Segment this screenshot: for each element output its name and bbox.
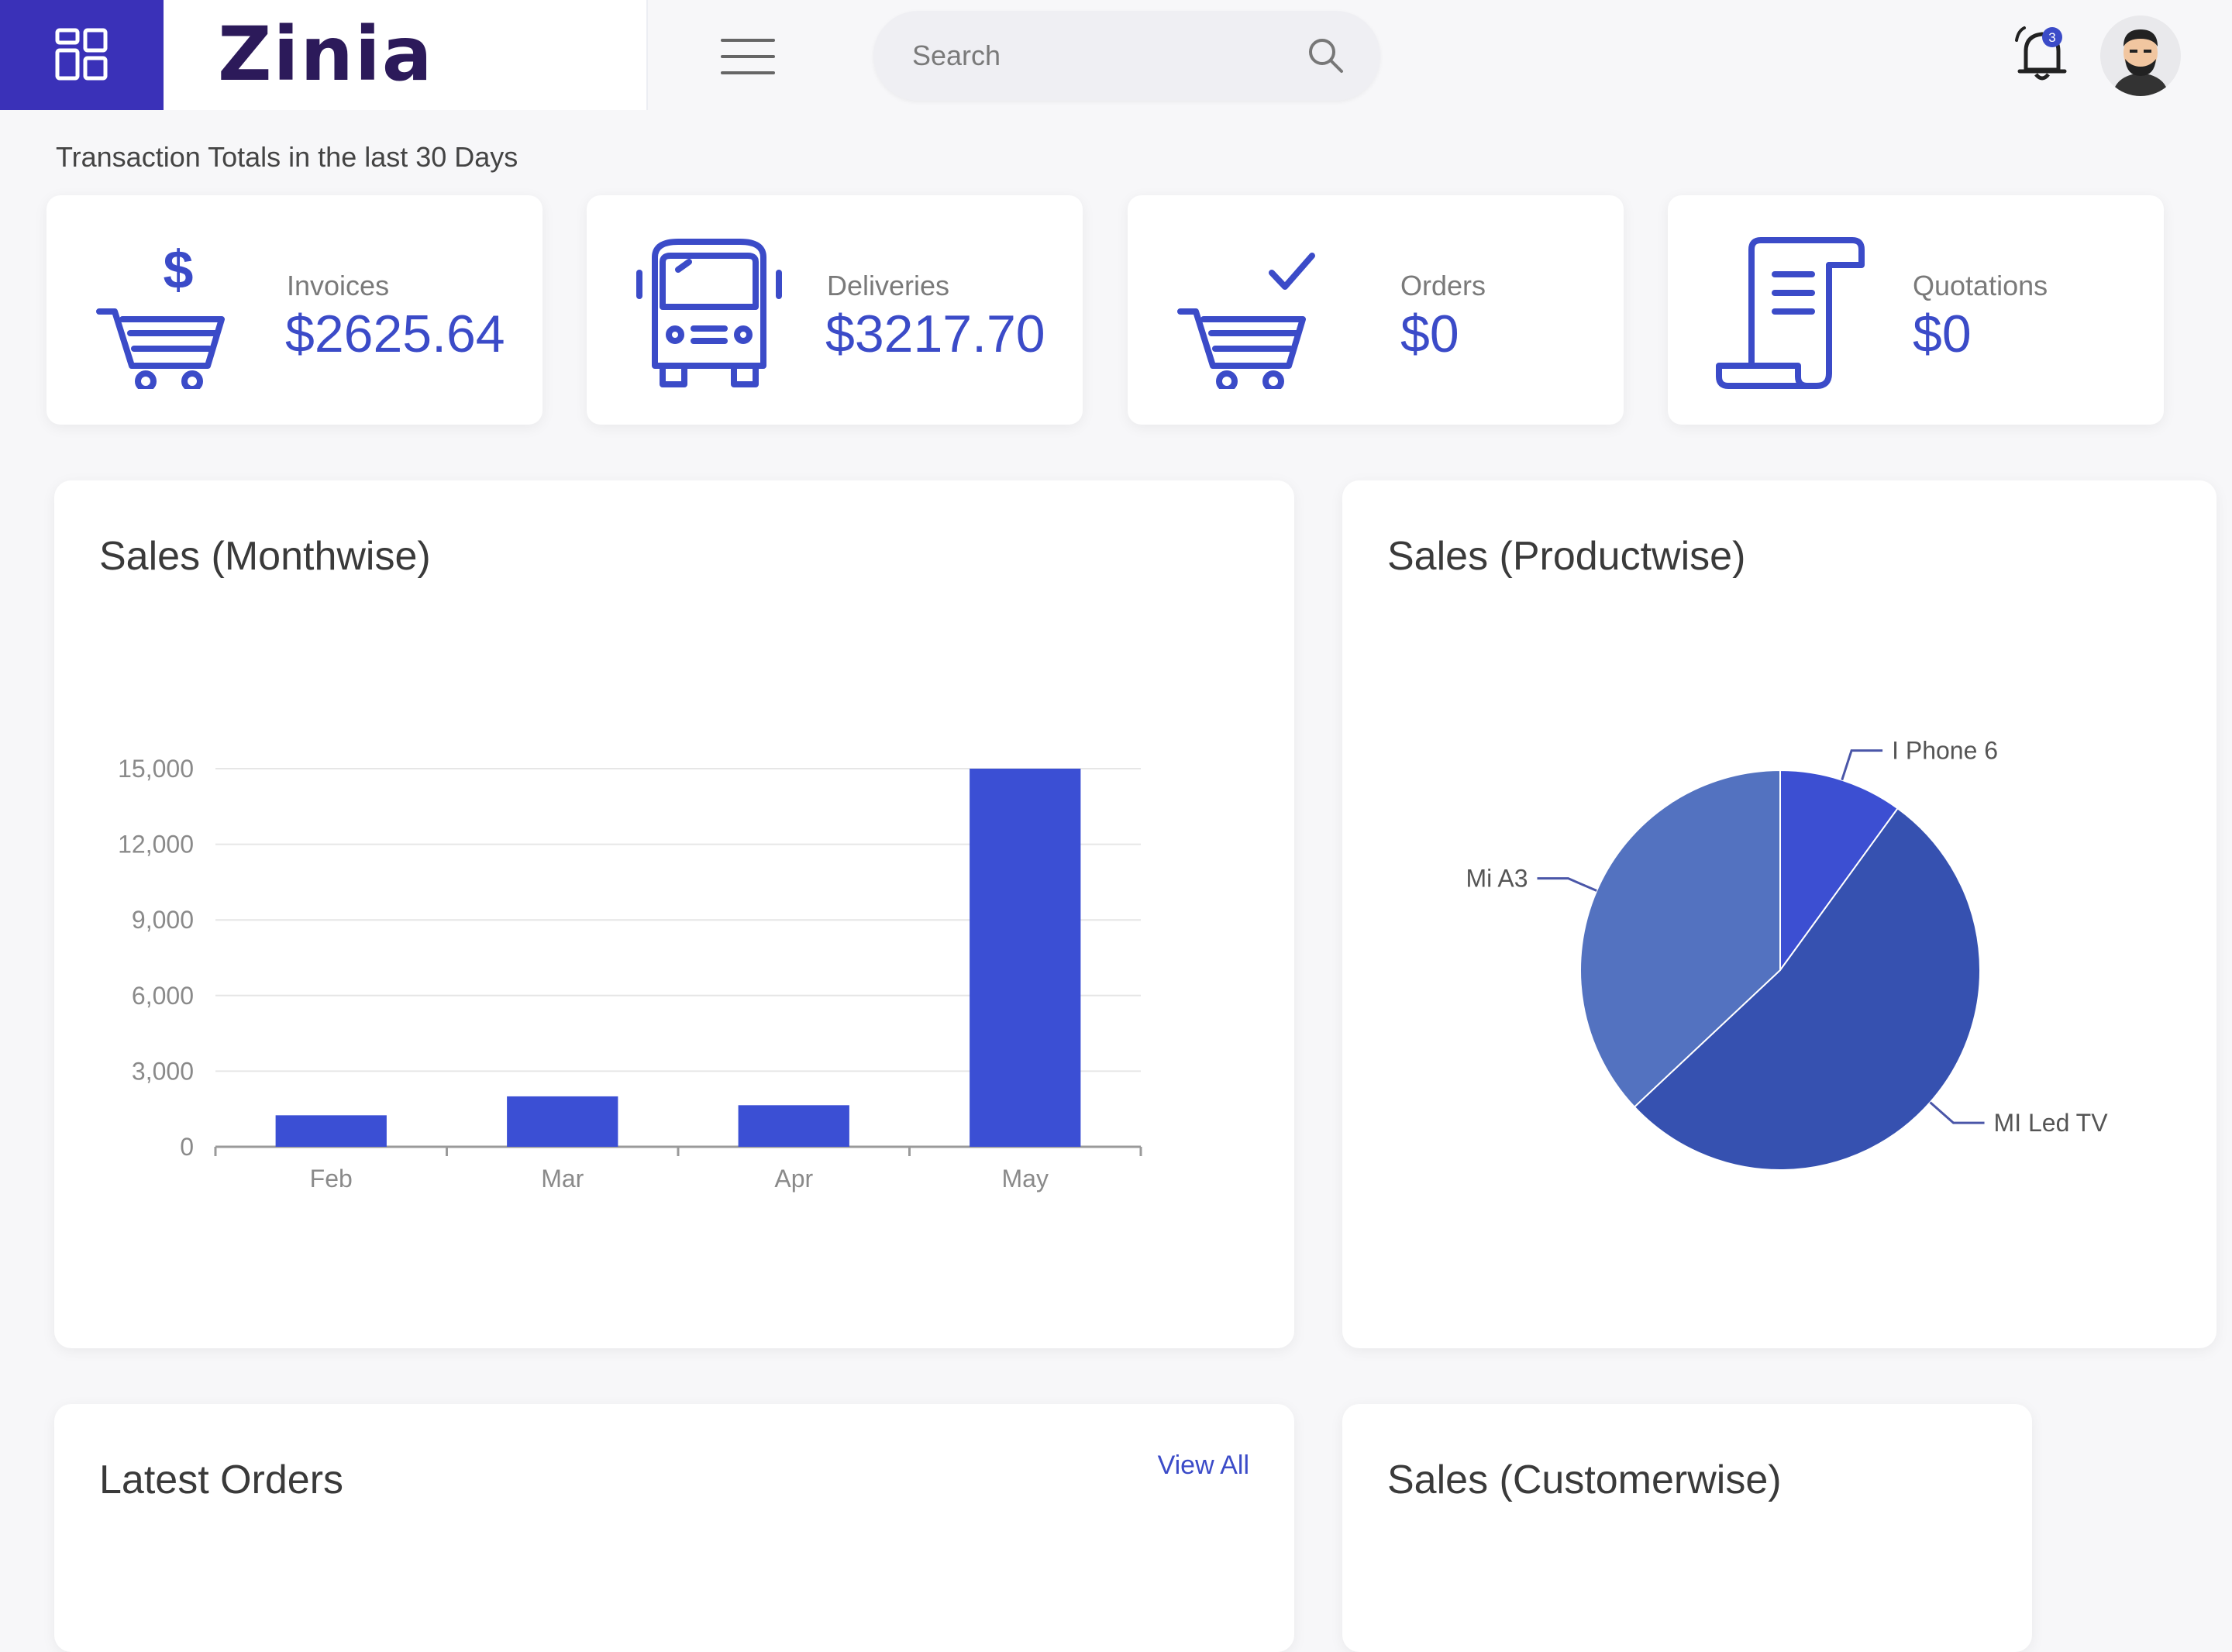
stat-card-orders[interactable]: Orders $0 xyxy=(1128,195,1624,425)
x-tick-label: Feb xyxy=(310,1165,353,1193)
hamburger-line xyxy=(721,55,775,58)
card-title: Sales (Customerwise) xyxy=(1387,1458,1782,1502)
stat-value: $3217.70 xyxy=(825,305,1045,363)
y-tick-label: 0 xyxy=(180,1133,194,1161)
monthwise-bar-chart: 0 3,000 6,000 9,000 12,000 15,000 Feb Mar Apr May xyxy=(118,755,1142,1193)
y-tick-label: 9,000 xyxy=(132,906,194,934)
cart-check-icon xyxy=(1177,253,1315,389)
apps-grid-button[interactable] xyxy=(0,0,164,110)
stat-label: Orders xyxy=(1400,270,1486,301)
y-tick-label: 6,000 xyxy=(132,982,194,1010)
sales-monthwise-card: Sales (Monthwise) 0 3,000 6,000 9,000 12,000… xyxy=(54,480,1294,1348)
view-all-link[interactable]: View All xyxy=(1158,1451,1249,1481)
hamburger-line xyxy=(721,39,775,42)
stat-card-quotations[interactable]: Quotations $0 xyxy=(1668,195,2164,425)
menu-toggle-button[interactable] xyxy=(721,39,775,74)
bar-mar xyxy=(507,1096,618,1147)
logo-area: Zinia xyxy=(164,0,648,110)
truck-icon xyxy=(636,239,782,387)
app-logo[interactable]: Zinia xyxy=(218,8,434,101)
hamburger-line xyxy=(721,71,775,74)
card-title: Latest Orders xyxy=(99,1458,344,1502)
user-avatar-image xyxy=(2100,15,2181,96)
stat-value: $0 xyxy=(1400,305,1459,363)
latest-orders-card: Latest Orders View All xyxy=(54,1404,1294,1652)
search-bar xyxy=(873,11,1380,101)
bar-feb xyxy=(275,1115,387,1147)
productwise-pie-chart: I Phone 6 MI Led TV Mi A3 xyxy=(1466,737,2109,1171)
stat-label: Invoices xyxy=(287,270,390,301)
pie-leader-line xyxy=(1537,877,1597,892)
stat-label: Deliveries xyxy=(827,270,950,301)
x-tick-label: Mar xyxy=(541,1165,584,1193)
stat-card-deliveries[interactable]: Deliveries $3217.70 xyxy=(587,195,1083,425)
svg-text:$: $ xyxy=(164,239,194,300)
bar-apr xyxy=(738,1105,849,1147)
stat-label: Quotations xyxy=(1913,270,2048,301)
y-tick-label: 3,000 xyxy=(132,1057,194,1085)
y-tick-label: 15,000 xyxy=(118,755,194,783)
stat-card-invoices[interactable]: $ Invoices $2625.64 xyxy=(46,195,542,425)
cart-dollar-icon: $ xyxy=(96,239,225,389)
receipt-icon xyxy=(1716,237,1865,389)
stat-value: $2625.64 xyxy=(285,305,505,363)
x-tick-label: May xyxy=(1002,1165,1049,1193)
y-tick-label: 12,000 xyxy=(118,831,194,859)
pie-label: MI Led TV xyxy=(1994,1109,2109,1137)
pie-leader-line xyxy=(1929,1101,1985,1124)
top-bar: Zinia 3 xyxy=(0,0,2232,113)
grid-icon xyxy=(55,28,107,81)
user-avatar[interactable] xyxy=(2100,15,2181,96)
pie-label: I Phone 6 xyxy=(1892,737,1998,765)
sales-productwise-card: Sales (Productwise) I Phone 6 MI Led TV Mi… xyxy=(1342,480,2216,1348)
pie-label: Mi A3 xyxy=(1466,865,1528,893)
notification-count: 3 xyxy=(2048,30,2055,45)
search-input[interactable] xyxy=(912,34,1284,77)
transactions-heading: Transaction Totals in the last 30 Days xyxy=(56,141,518,173)
bar-may xyxy=(970,769,1081,1147)
x-tick-label: Apr xyxy=(774,1165,813,1193)
notification-bell-icon[interactable]: 3 xyxy=(2010,23,2074,87)
pie-leader-line xyxy=(1841,749,1883,781)
stat-value: $0 xyxy=(1913,305,1972,363)
search-icon[interactable] xyxy=(1304,34,1348,77)
sales-customerwise-card: Sales (Customerwise) xyxy=(1342,1404,2032,1652)
